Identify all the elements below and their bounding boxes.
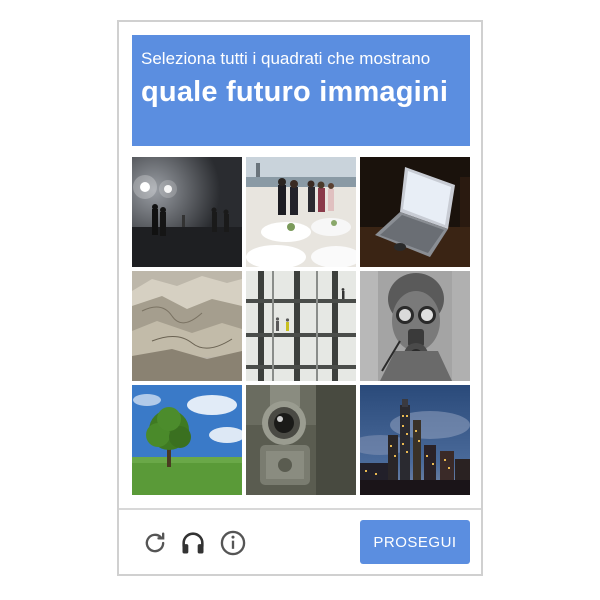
- tile-foggy-night-street[interactable]: [132, 157, 242, 267]
- tile-gas-mask-mural[interactable]: [360, 271, 470, 381]
- headphones-icon[interactable]: [179, 529, 207, 557]
- tile-city-skyline-dusk[interactable]: [360, 385, 470, 495]
- info-icon[interactable]: [219, 529, 247, 557]
- tile-old-camera-lens[interactable]: [246, 385, 356, 495]
- tile-glass-grid-building[interactable]: [246, 271, 356, 381]
- captcha-dialog: Seleziona tutti i quadrati che mostrano …: [117, 20, 483, 576]
- instruction-text: Seleziona tutti i quadrati che mostrano: [141, 49, 431, 68]
- tile-tree-in-field[interactable]: [132, 385, 242, 495]
- image-grid: [132, 157, 470, 495]
- tile-banquet-waterfront[interactable]: [246, 157, 356, 267]
- tile-laptop-dark[interactable]: [360, 157, 470, 267]
- reload-icon[interactable]: [141, 529, 169, 557]
- target-text: quale futuro immagini: [141, 76, 449, 108]
- verify-button[interactable]: PROSEGUI: [360, 520, 470, 564]
- tile-badlands-hills[interactable]: [132, 271, 242, 381]
- captcha-header: Seleziona tutti i quadrati che mostrano …: [132, 35, 470, 146]
- footer-divider: [119, 508, 481, 510]
